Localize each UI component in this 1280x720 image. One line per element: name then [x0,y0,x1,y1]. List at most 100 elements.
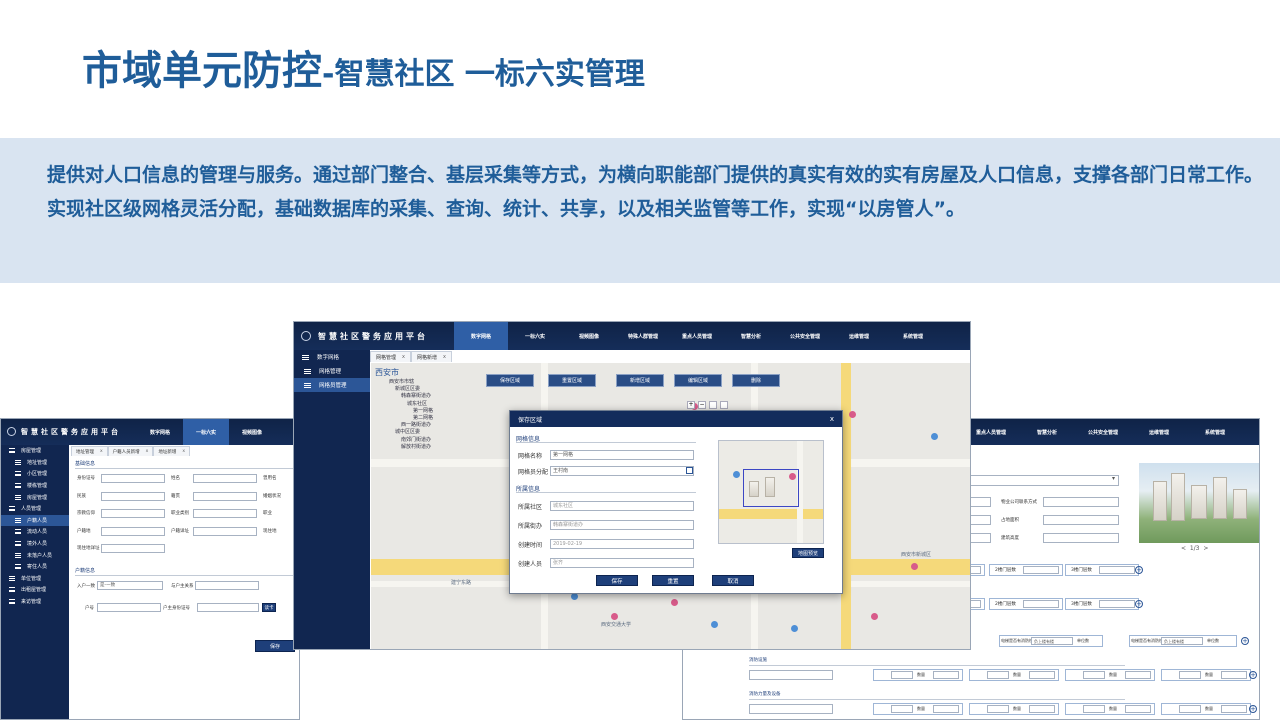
qty-input[interactable] [1179,671,1201,679]
map-preview-button[interactable]: 地图预览 [792,548,824,558]
left-sidebar-item[interactable]: 房屋管理 [1,491,69,503]
left-sidebar-item[interactable]: 流动人员 [1,526,69,538]
right-field-input[interactable] [1043,497,1119,507]
map-action-button[interactable]: 删除 [732,374,780,387]
center-nav-item[interactable]: 系统管理 [886,322,940,350]
left-field-input[interactable] [101,474,165,483]
left-sidebar-item[interactable]: 人员管理 [1,503,69,515]
map-action-button[interactable]: 编辑区域 [674,374,722,387]
qty-input[interactable] [1125,671,1151,679]
left-tab[interactable]: 户籍人员新增 x [107,446,154,456]
center-tab[interactable]: 网格管理 x [370,351,411,362]
map-action-button[interactable]: 保存区域 [486,374,534,387]
qty-input[interactable] [987,705,1009,713]
left-nav-item[interactable]: 一标六实 [183,419,229,445]
right-field-input[interactable] [1043,515,1119,525]
left-sidebar-item[interactable]: 境外人员 [1,538,69,550]
created-input[interactable]: 2019-02-19 [550,539,694,549]
add-icon[interactable]: + [1241,637,1249,645]
draw-rect-icon[interactable] [709,401,717,409]
left-field-input[interactable] [193,474,257,483]
facility-input[interactable] [749,704,833,714]
elevator-select[interactable]: 负上楼有楼 [1031,637,1073,645]
map-action-button[interactable]: 新增区域 [616,374,664,387]
left-field-input[interactable] [101,509,165,518]
left-field-input[interactable] [101,491,165,501]
qty-input[interactable] [1029,671,1055,679]
right-field-input[interactable] [1043,533,1119,543]
left-sidebar-item[interactable]: 楼栋管理 [1,480,69,492]
tree-node[interactable]: 韩森寨街道办 [379,393,433,400]
street-input[interactable]: 韩森寨街道办 [550,520,694,530]
center-sidebar-item[interactable]: 网格管理 [294,364,370,378]
left-field-input[interactable] [193,509,257,518]
close-icon[interactable]: x [402,354,405,360]
grid-staff-input[interactable]: 王村南 [550,466,694,476]
left-sidebar-item[interactable]: 来访管理 [1,596,69,608]
left-field-input[interactable] [101,526,165,536]
householder-id-input[interactable] [197,603,259,612]
qty-input[interactable] [1083,671,1105,679]
left-sidebar-item[interactable]: 房屋管理 [1,445,69,457]
read-card-button[interactable]: 读卡 [262,603,276,612]
map-action-button[interactable]: 重置区域 [548,374,596,387]
qty-input[interactable] [1125,705,1151,713]
room-input[interactable] [1099,566,1135,574]
center-nav-item[interactable]: 重点人员管理 [670,322,724,350]
close-icon[interactable]: x [830,415,834,423]
tree-node[interactable]: 城中区区委 [379,429,433,436]
left-sidebar-item[interactable]: 未落户人员 [1,549,69,561]
add-icon[interactable]: + [1249,671,1257,679]
room-input[interactable] [1023,566,1059,574]
right-nav-item[interactable]: 系统管理 [1187,419,1243,445]
room-input[interactable] [1023,600,1059,608]
left-tab[interactable]: 地址管理 x [71,446,108,456]
modal-action-button[interactable]: 重置 [652,575,694,586]
tree-node[interactable]: 城东社区 [379,401,433,408]
tree-node[interactable]: 解放村街道办 [379,444,433,451]
relation-select[interactable] [195,581,259,590]
tree-node[interactable]: 南郊门街道办 [379,437,433,444]
qty-input[interactable] [933,671,959,679]
community-input[interactable]: 城东社区 [550,501,694,511]
center-sidebar-item[interactable]: 网格员管理 [294,378,370,392]
qty-input[interactable] [891,671,913,679]
add-icon[interactable]: + [1135,566,1143,574]
qty-input[interactable] [891,705,913,713]
grid-name-input[interactable]: 第一网格 [550,450,694,460]
center-nav-item[interactable]: 一标六实 [508,322,562,350]
same-household-select[interactable]: 是-一致 [97,581,163,590]
left-tab[interactable]: 地址新增 x [153,446,191,456]
left-sidebar-item[interactable]: 地址管理 [1,457,69,469]
left-field-input[interactable] [193,491,257,501]
modal-action-button[interactable]: 取消 [712,575,754,586]
qty-input[interactable] [1029,705,1055,713]
left-sidebar-item[interactable]: 小区管理 [1,468,69,480]
close-icon[interactable]: x [146,449,149,454]
right-nav-item[interactable]: 重点人员管理 [963,419,1019,445]
close-icon[interactable]: x [100,449,103,454]
add-icon[interactable]: + [1249,705,1257,713]
select-staff-icon[interactable] [686,467,693,474]
qty-input[interactable] [1221,671,1247,679]
elevator-select[interactable]: 负上楼有楼 [1161,637,1203,645]
close-icon[interactable]: x [443,354,446,360]
left-field-input[interactable] [193,526,257,536]
center-nav-item[interactable]: 数字网格 [454,322,508,350]
right-nav-item[interactable]: 智慧分析 [1019,419,1075,445]
left-nav-item[interactable]: 数字网格 [137,419,183,445]
center-nav-item[interactable]: 运维管理 [832,322,886,350]
left-sidebar-item[interactable]: 出租屋管理 [1,584,69,596]
center-sidebar-item[interactable]: 数字网格 [294,350,370,364]
left-sidebar-item[interactable]: 户籍人员 [1,514,69,527]
zoom-out-icon[interactable]: − [698,401,706,409]
tree-node[interactable]: 第一网格 [379,408,433,415]
qty-input[interactable] [987,671,1009,679]
add-icon[interactable]: + [1135,600,1143,608]
household-number-input[interactable] [97,603,161,612]
center-tab[interactable]: 网格新增 x [410,351,452,362]
qty-input[interactable] [1221,705,1247,713]
close-icon[interactable]: x [182,449,185,454]
measure-icon[interactable] [720,401,728,409]
left-field-input[interactable] [101,544,165,553]
